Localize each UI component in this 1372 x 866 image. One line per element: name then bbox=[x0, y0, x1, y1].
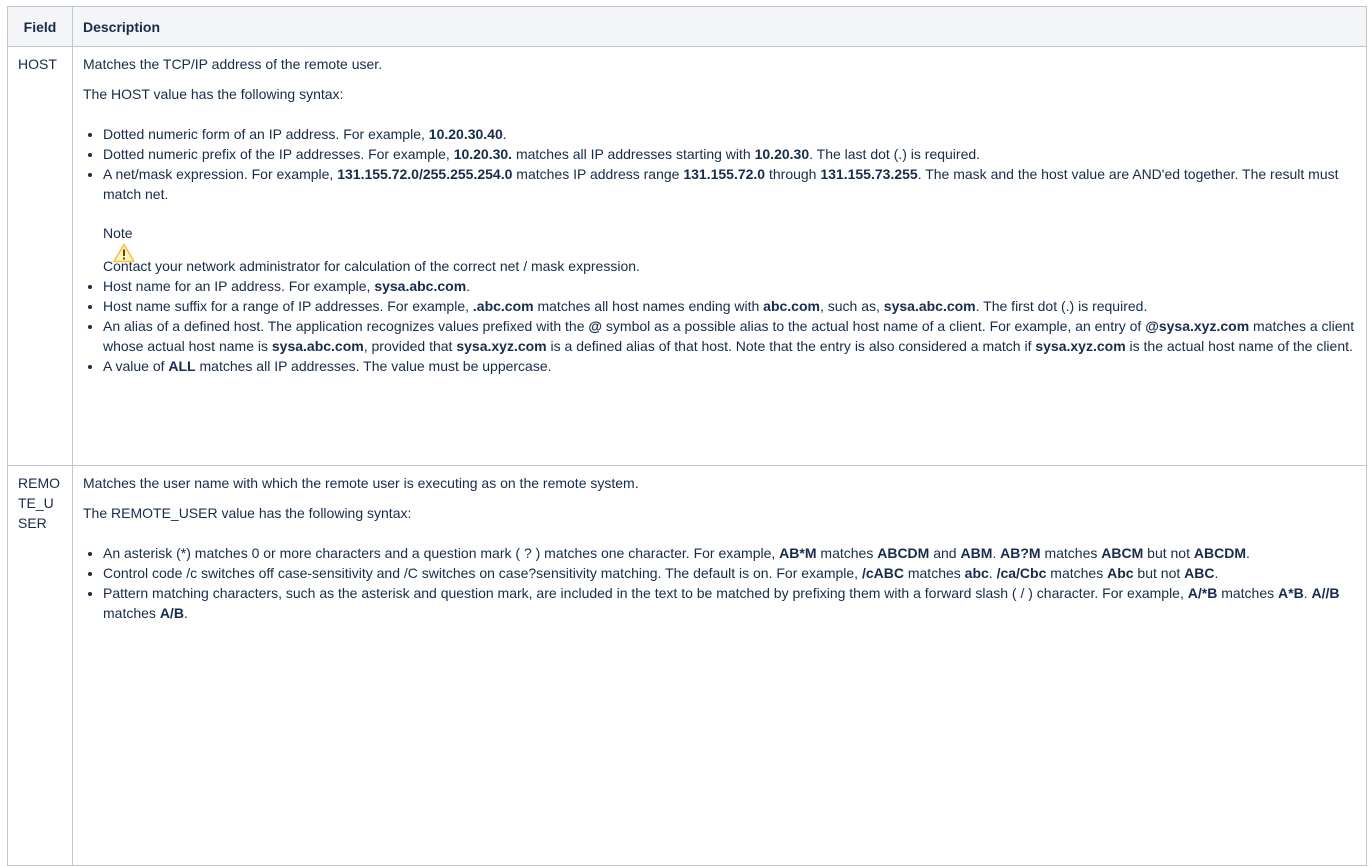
description-intro: Matches the TCP/IP address of the remote… bbox=[83, 56, 383, 72]
note-title: Note bbox=[103, 225, 133, 241]
list-item: An alias of a defined host. The applicat… bbox=[103, 316, 1356, 356]
list-item: Control code /c switches off case-sensit… bbox=[103, 563, 1356, 583]
list-item: A value of ALL matches all IP addresses.… bbox=[103, 356, 1356, 376]
table-row-remote-user: REMOTE_USER Matches the user name with w… bbox=[7, 465, 1367, 866]
table-header-row: Field Description bbox=[7, 6, 1367, 47]
list-item: Host name suffix for a range of IP addre… bbox=[103, 296, 1356, 316]
note-body: Contact your network administrator for c… bbox=[103, 258, 640, 274]
list-item: Dotted numeric prefix of the IP addresse… bbox=[103, 144, 1356, 164]
field-name-cell: REMOTE_USER bbox=[7, 465, 73, 866]
note-panel: Note Contact your network administrator … bbox=[103, 223, 1356, 276]
list-item: Dotted numeric form of an IP address. Fo… bbox=[103, 124, 1356, 144]
syntax-list: An asterisk (*) matches 0 or more charac… bbox=[83, 543, 1356, 623]
description-cell: Matches the user name with which the rem… bbox=[72, 465, 1367, 866]
syntax-heading: The HOST value has the following syntax: bbox=[83, 86, 344, 102]
list-item: Host name for an IP address. For example… bbox=[103, 276, 1356, 296]
list-item: Pattern matching characters, such as the… bbox=[103, 583, 1356, 623]
description-cell: Matches the TCP/IP address of the remote… bbox=[72, 46, 1367, 466]
column-header-description: Description bbox=[72, 6, 1367, 47]
list-item: A net/mask expression. For example, 131.… bbox=[103, 164, 1356, 276]
field-name-cell: HOST bbox=[7, 46, 73, 466]
warning-icon bbox=[113, 243, 135, 263]
table-row-host: HOST Matches the TCP/IP address of the r… bbox=[7, 46, 1367, 466]
field-description-table: Field Description HOST Matches the TCP/I… bbox=[7, 6, 1367, 866]
syntax-heading: The REMOTE_USER value has the following … bbox=[83, 505, 412, 521]
syntax-list: Dotted numeric form of an IP address. Fo… bbox=[83, 124, 1356, 376]
column-header-field: Field bbox=[7, 6, 73, 47]
list-item: An asterisk (*) matches 0 or more charac… bbox=[103, 543, 1356, 563]
description-intro: Matches the user name with which the rem… bbox=[83, 475, 639, 491]
